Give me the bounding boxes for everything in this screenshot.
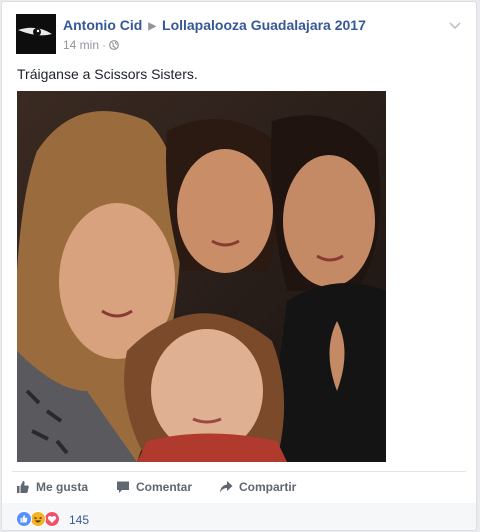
share-button[interactable]: Compartir xyxy=(219,480,296,494)
haha-reaction-icon xyxy=(30,511,46,527)
post-timestamp[interactable]: 14 min xyxy=(63,38,99,52)
post-meta: 14 min · xyxy=(63,38,119,52)
avatar[interactable] xyxy=(16,14,56,54)
thumbs-up-icon xyxy=(17,481,29,493)
share-icon xyxy=(220,481,233,493)
post-title-line: Antonio Cid ▶ Lollapalooza Guadalajara 201… xyxy=(63,17,366,33)
comment-label: Comentar xyxy=(136,480,193,494)
actions-divider xyxy=(12,471,466,472)
post-photo[interactable] xyxy=(17,91,386,462)
reaction-count[interactable]: 145 xyxy=(69,513,89,527)
avatar-image xyxy=(16,14,56,54)
globe-icon[interactable] xyxy=(109,40,119,50)
group-name[interactable]: Lollapalooza Guadalajara 2017 xyxy=(162,17,366,33)
like-label: Me gusta xyxy=(36,480,89,494)
chevron-down-icon[interactable] xyxy=(448,18,462,32)
love-reaction-icon xyxy=(44,511,60,527)
share-label: Compartir xyxy=(239,480,297,494)
post-text: Tráiganse a Scissors Sisters. xyxy=(17,66,198,82)
reactions-bar: 145 xyxy=(2,503,476,530)
like-button[interactable]: Me gusta xyxy=(16,480,88,494)
author-name[interactable]: Antonio Cid xyxy=(63,17,142,33)
comment-icon xyxy=(117,481,129,493)
post-card: Antonio Cid ▶ Lollapalooza Guadalajara 201… xyxy=(1,1,477,531)
post-header: Antonio Cid ▶ Lollapalooza Guadalajara 201… xyxy=(16,14,466,56)
reaction-icons[interactable] xyxy=(16,511,64,527)
action-bar: Me gusta Comentar Compartir xyxy=(16,478,466,500)
arrow-right-icon: ▶ xyxy=(148,21,157,32)
group-photo-image xyxy=(17,91,386,462)
meta-separator: · xyxy=(102,38,107,52)
like-reaction-icon xyxy=(16,511,32,527)
comment-button[interactable]: Comentar xyxy=(116,480,192,494)
